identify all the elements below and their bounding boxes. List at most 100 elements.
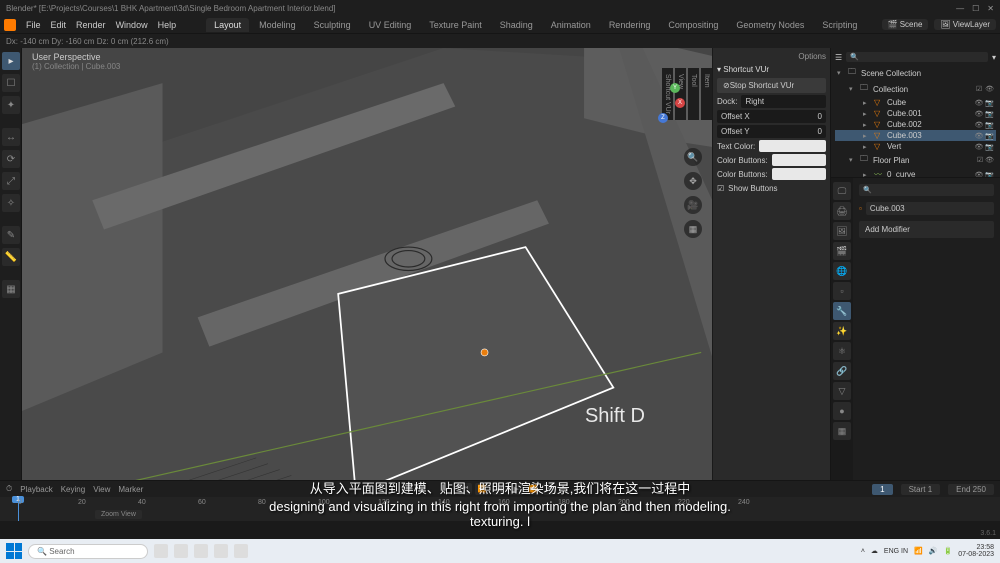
taskbar-app-2[interactable] [174,544,188,558]
wifi-icon[interactable]: 📶 [914,547,923,555]
marker-menu[interactable]: Marker [118,485,143,494]
orientation-gizmo[interactable]: X Y Z [640,78,690,128]
color-buttons-swatch[interactable] [772,154,826,166]
menu-help[interactable]: Help [158,20,177,30]
pan-icon[interactable]: ✥ [684,172,702,190]
taskbar-search[interactable]: 🔍 Search [28,544,148,559]
windows-start-button[interactable] [6,543,22,559]
proptab-mesh[interactable]: ▽ [833,382,851,400]
viewlayer-selector[interactable]: 🖼 ViewLayer [934,19,996,30]
options-menu[interactable]: Options [798,52,826,61]
text-color-swatch[interactable] [759,140,826,152]
color-buttons-swatch2[interactable] [772,168,826,180]
eye-icon[interactable]: 👁 [985,85,994,93]
filter-icon[interactable]: ▾ [992,53,996,62]
proptab-constraint[interactable]: 🔗 [833,362,851,380]
proptab-scene[interactable]: 🎬 [833,242,851,260]
outliner-cube002[interactable]: Cube.002 [887,120,922,129]
outliner-cube003[interactable]: Cube.003 [887,131,922,140]
ortho-icon[interactable]: ▦ [684,220,702,238]
tab-compositing[interactable]: Compositing [660,18,726,32]
select-tool[interactable]: ☐ [2,74,20,92]
menu-render[interactable]: Render [76,20,106,30]
tab-uv[interactable]: UV Editing [361,18,420,32]
scale-tool[interactable]: ⤢ [2,172,20,190]
annotate-tool[interactable]: ✎ [2,226,20,244]
taskbar-app-5[interactable] [234,544,248,558]
add-modifier-button[interactable]: Add Modifier [859,221,994,238]
measure-tool[interactable]: 📏 [2,248,20,266]
zoom-icon[interactable]: 🔍 [684,148,702,166]
minimize-button[interactable]: — [956,4,964,13]
tab-modeling[interactable]: Modeling [251,18,304,32]
3d-viewport[interactable]: User Perspective (1) Collection | Cube.0… [22,48,830,480]
current-frame[interactable]: 1 [872,484,892,495]
end-frame[interactable]: End 250 [948,484,994,495]
proptab-texture[interactable]: ▦ [833,422,851,440]
proptab-render[interactable]: 🖵 [833,182,851,200]
cursor-3d-tool[interactable]: ✦ [2,96,20,114]
outliner-curve[interactable]: 0_curve [887,170,915,178]
proptab-world[interactable]: 🌐 [833,262,851,280]
tab-texpaint[interactable]: Texture Paint [421,18,490,32]
move-tool[interactable]: ↔ [2,128,20,146]
battery-icon[interactable]: 🔋 [943,547,952,555]
outliner-cube[interactable]: Cube [887,98,906,107]
object-name-field[interactable]: Cube.003 [866,202,994,215]
dock-select[interactable]: Right [741,95,826,108]
outliner-cube001[interactable]: Cube.001 [887,109,922,118]
outliner-search[interactable]: 🔍 [846,52,988,62]
outliner-vert[interactable]: Vert [887,142,901,151]
menu-window[interactable]: Window [116,20,148,30]
scene-collection[interactable]: Scene Collection [861,69,921,78]
tab-geonodes[interactable]: Geometry Nodes [728,18,812,32]
transform-tool[interactable]: ✧ [2,194,20,212]
playback-menu[interactable]: Playback [20,485,52,494]
tab-layout[interactable]: Layout [206,18,249,32]
maximize-button[interactable]: ☐ [972,4,979,13]
collection-node[interactable]: Collection [873,85,908,94]
cursor-tool[interactable]: ▸ [2,52,20,70]
checkbox-icon[interactable]: ☑ [976,85,982,93]
proptab-physics[interactable]: ⚛ [833,342,851,360]
menu-edit[interactable]: Edit [51,20,67,30]
offset-y-field[interactable]: Offset Y 0 [717,125,826,138]
stop-shortcut-button[interactable]: ⊘ Stop Shortcut VUr [717,78,826,93]
npanel-tab-item[interactable]: Item [701,68,712,120]
tray-cloud-icon[interactable]: ☁ [871,547,878,555]
proptab-object[interactable]: ▫ [833,282,851,300]
proptab-view[interactable]: 🖼 [833,222,851,240]
tab-rendering[interactable]: Rendering [601,18,659,32]
menu-file[interactable]: File [26,20,41,30]
start-frame[interactable]: Start 1 [901,484,941,495]
view-menu[interactable]: View [93,485,110,494]
show-buttons-checkbox[interactable]: ☑ [717,184,724,193]
taskbar-app-1[interactable] [154,544,168,558]
proptab-output[interactable]: 🖨 [833,202,851,220]
z-axis-icon[interactable]: Z [658,113,668,123]
taskbar-clock[interactable]: 23:58 07-08-2023 [958,544,994,558]
tab-shading[interactable]: Shading [492,18,541,32]
taskbar-app-4[interactable] [214,544,228,558]
y-axis-icon[interactable]: Y [670,83,680,93]
keying-menu[interactable]: Keying [61,485,85,494]
x-axis-icon[interactable]: X [675,98,685,108]
prop-search[interactable]: 🔍 [859,184,994,196]
tray-chevron-icon[interactable]: ˄ [861,548,865,555]
proptab-material[interactable]: ● [833,402,851,420]
volume-icon[interactable]: 🔊 [929,547,938,555]
taskbar-app-3[interactable] [194,544,208,558]
scene-selector[interactable]: 🎬 Scene [882,19,929,30]
outliner-floorplan[interactable]: Floor Plan [873,156,909,165]
proptab-particle[interactable]: ✨ [833,322,851,340]
offset-x-field[interactable]: Offset X 0 [717,110,826,123]
camera-icon[interactable]: 🎥 [684,196,702,214]
close-button[interactable]: ✕ [987,4,994,13]
tab-scripting[interactable]: Scripting [814,18,865,32]
rotate-tool[interactable]: ⟳ [2,150,20,168]
tab-sculpting[interactable]: Sculpting [306,18,359,32]
language-indicator[interactable]: ENG IN [884,548,908,555]
proptab-modifier[interactable]: 🔧 [833,302,851,320]
tab-animation[interactable]: Animation [543,18,599,32]
add-tool[interactable]: ▦ [2,280,20,298]
